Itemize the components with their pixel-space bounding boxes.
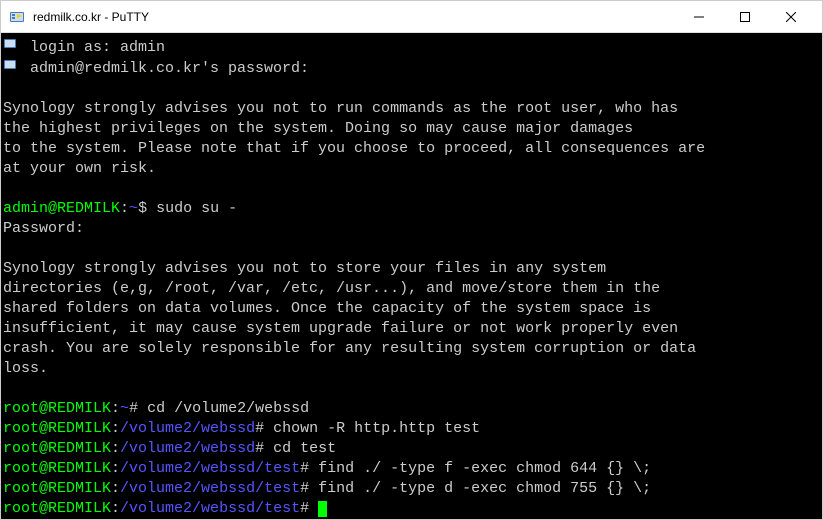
prompt-user: root@REDMILK [3, 500, 111, 517]
warning-text: directories (e,g, /root, /var, /etc, /us… [3, 279, 820, 299]
warning-text: Synology strongly advises you not to sto… [3, 259, 820, 279]
warning-text: loss. [3, 359, 820, 379]
prompt-symbol: # [129, 400, 147, 417]
prompt-symbol: # [255, 420, 273, 437]
command: sudo su - [156, 200, 237, 217]
warning-text: the highest privileges on the system. Do… [3, 119, 820, 139]
login-prompt: login as: admin [30, 39, 165, 56]
prompt-symbol: # [300, 460, 318, 477]
putty-icon [9, 9, 25, 25]
titlebar[interactable]: redmilk.co.kr - PuTTY [1, 1, 822, 33]
prompt-icon [3, 58, 21, 79]
prompt-path: ~ [129, 200, 138, 217]
cursor [318, 501, 327, 517]
command: cd /volume2/webssd [147, 400, 309, 417]
window-controls [676, 1, 814, 33]
prompt-symbol: # [300, 500, 318, 517]
prompt-path: ~ [120, 400, 129, 417]
terminal-area[interactable]: login as: admin admin@redmilk.co.kr's pa… [1, 33, 822, 519]
prompt-user: root@REDMILK [3, 420, 111, 437]
prompt-user: root@REDMILK [3, 480, 111, 497]
prompt-sep: : [111, 400, 120, 417]
prompt-path: /volume2/webssd [120, 420, 255, 437]
prompt-sep: : [111, 500, 120, 517]
prompt-sep: : [111, 420, 120, 437]
warning-text: shared folders on data volumes. Once the… [3, 299, 820, 319]
command: find ./ -type f -exec chmod 644 {} \; [318, 460, 651, 477]
prompt-symbol: $ [138, 200, 156, 217]
window-title: redmilk.co.kr - PuTTY [33, 10, 676, 24]
warning-text: Synology strongly advises you not to run… [3, 99, 820, 119]
prompt-path: /volume2/webssd/test [120, 480, 300, 497]
prompt-icon [3, 37, 21, 58]
putty-window: redmilk.co.kr - PuTTY login as: admin ad… [0, 0, 823, 520]
warning-text: to the system. Please note that if you c… [3, 139, 820, 159]
warning-text: at your own risk. [3, 159, 820, 179]
minimize-button[interactable] [676, 1, 722, 33]
prompt-symbol: # [300, 480, 318, 497]
prompt-user: root@REDMILK [3, 440, 111, 457]
prompt-path: /volume2/webssd/test [120, 460, 300, 477]
prompt-path: /volume2/webssd/test [120, 500, 300, 517]
prompt-sep: : [111, 460, 120, 477]
command: cd test [273, 440, 336, 457]
prompt-path: /volume2/webssd [120, 440, 255, 457]
password-prompt: admin@redmilk.co.kr's password: [30, 60, 309, 77]
close-button[interactable] [768, 1, 814, 33]
prompt-user: admin@REDMILK [3, 200, 120, 217]
warning-text: crash. You are solely responsible for an… [3, 339, 820, 359]
prompt-sep: : [111, 440, 120, 457]
prompt-sep: : [111, 480, 120, 497]
maximize-button[interactable] [722, 1, 768, 33]
prompt-user: root@REDMILK [3, 400, 111, 417]
warning-text: insufficient, it may cause system upgrad… [3, 319, 820, 339]
password-prompt: Password: [3, 219, 820, 239]
prompt-sep: : [120, 200, 129, 217]
prompt-user: root@REDMILK [3, 460, 111, 477]
command: find ./ -type d -exec chmod 755 {} \; [318, 480, 651, 497]
command: chown -R http.http test [273, 420, 480, 437]
prompt-symbol: # [255, 440, 273, 457]
